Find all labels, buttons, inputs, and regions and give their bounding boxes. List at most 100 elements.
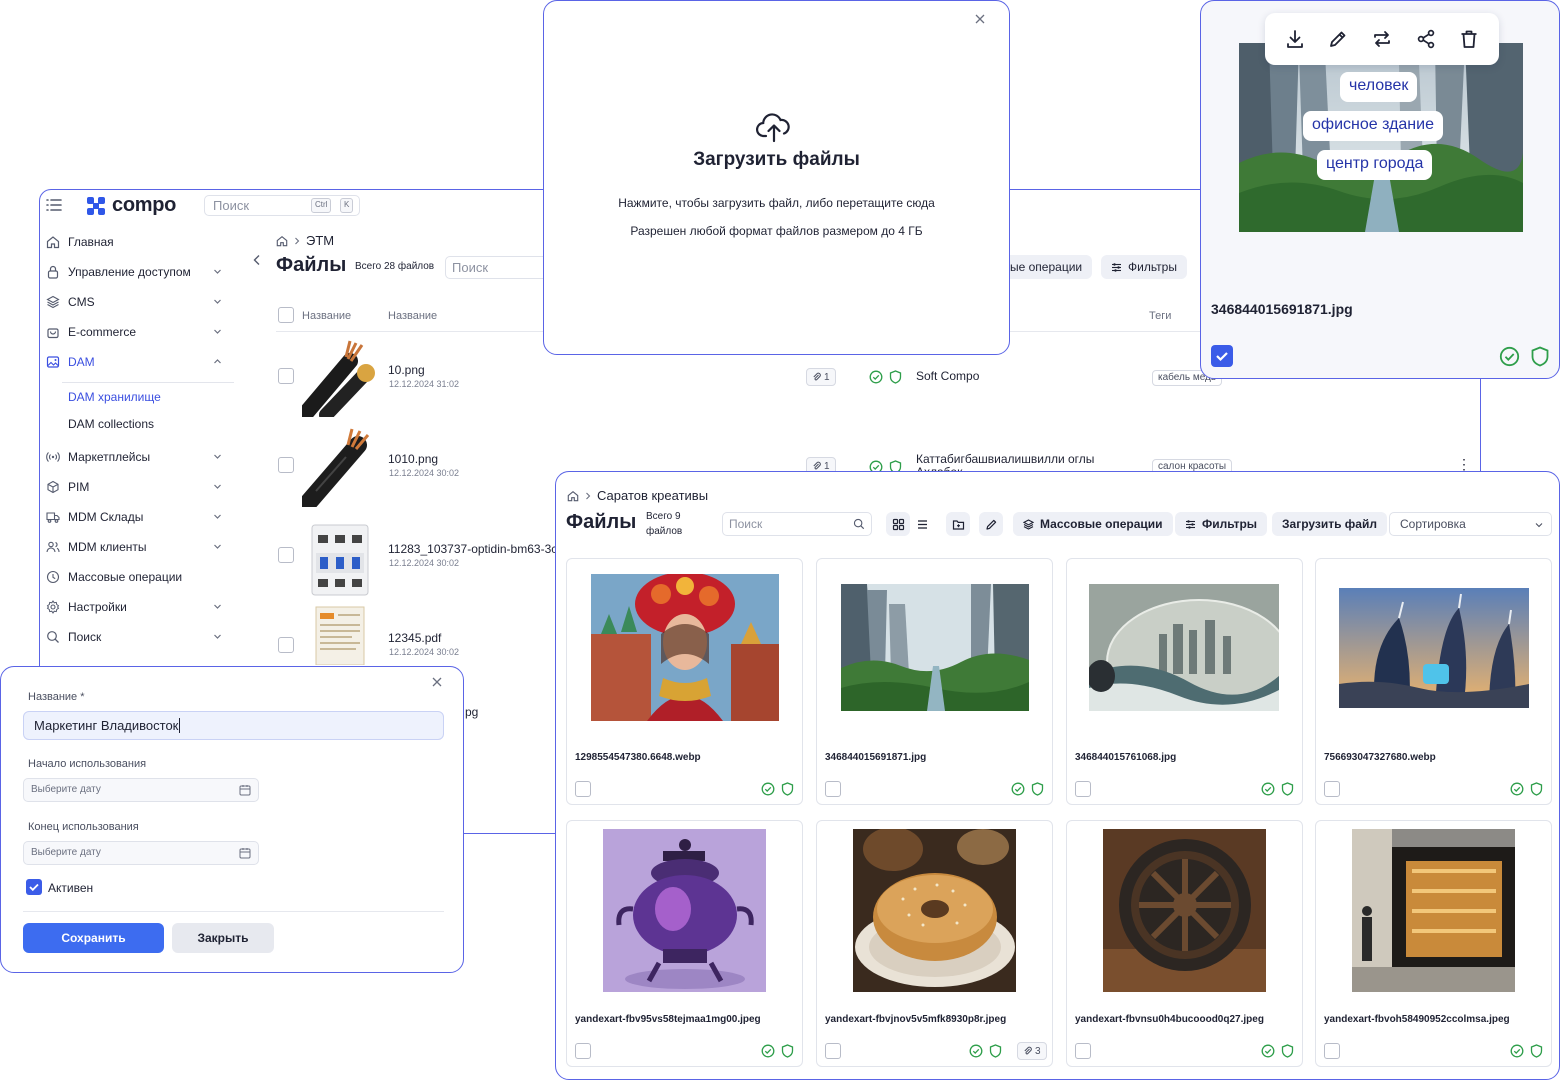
ai-tag[interactable]: центр города <box>1317 150 1433 180</box>
column-header-name-2[interactable]: Название <box>388 310 437 322</box>
row-checkbox[interactable] <box>278 368 294 384</box>
sidebar-item-label: MDM Склады <box>68 510 144 524</box>
grid-view-button[interactable] <box>886 512 910 536</box>
sidebar-item-marketplaces[interactable]: Маркетплейсы <box>46 446 226 468</box>
file-thumbnail[interactable] <box>302 427 378 507</box>
share-icon[interactable] <box>1415 28 1437 50</box>
breadcrumb-current[interactable]: Саратов креативы <box>597 488 708 503</box>
preview-select-checkbox[interactable] <box>1211 345 1233 367</box>
file-card[interactable]: yandexart-fbv95vs58tejmaa1mg00.jpeg <box>566 820 803 1067</box>
sidebar-subitem-dam-collections[interactable]: DAM collections <box>68 417 154 431</box>
home-icon[interactable] <box>567 490 579 502</box>
card-image[interactable] <box>1103 829 1266 992</box>
sidebar-item-search[interactable]: Поиск <box>46 626 226 648</box>
card-checkbox[interactable] <box>575 1043 591 1059</box>
paperclip-icon <box>813 461 821 470</box>
sidebar-item-dam[interactable]: DAM <box>46 351 226 373</box>
filters-button[interactable]: Фильтры <box>1175 512 1268 536</box>
row-checkbox[interactable] <box>278 637 294 653</box>
file-card[interactable]: yandexart-fbvnsu0h4bucoood0q27.jpeg <box>1066 820 1303 1067</box>
home-icon[interactable] <box>276 235 288 247</box>
card-checkbox[interactable] <box>1075 781 1091 797</box>
row-checkbox[interactable] <box>278 547 294 563</box>
truck-icon <box>46 512 60 523</box>
file-name[interactable]: 12345.pdf <box>388 631 441 645</box>
card-image[interactable] <box>841 584 1029 711</box>
end-date-input[interactable]: Выберите дату <box>23 841 259 865</box>
sidebar-item-home[interactable]: Главная <box>46 231 226 253</box>
sidebar-item-bulk-ops[interactable]: Массовые операции <box>46 566 226 588</box>
file-thumbnail[interactable] <box>302 517 378 597</box>
upload-modal[interactable]: Загрузить файлы Нажмите, чтобы загрузить… <box>543 0 1010 355</box>
edit-button[interactable] <box>979 512 1003 536</box>
filters-button[interactable]: Фильтры <box>1101 255 1187 279</box>
name-input[interactable]: Маркетинг Владивосток <box>23 711 444 740</box>
sidebar-item-mdm-clients[interactable]: MDM клиенты <box>46 536 226 558</box>
sidebar-item-access[interactable]: Управление доступом <box>46 261 226 283</box>
file-thumbnail[interactable] <box>302 605 378 665</box>
card-checkbox[interactable] <box>575 781 591 797</box>
card-checkbox[interactable] <box>825 781 841 797</box>
ai-tag[interactable]: офисное здание <box>1303 111 1443 141</box>
start-date-input[interactable]: Выберите дату <box>23 778 259 802</box>
file-card[interactable]: yandexart-fbvjnov5v5mfk8930p8r.jpeg 3 <box>816 820 1053 1067</box>
sidebar-item-cms[interactable]: CMS <box>46 291 226 313</box>
gallery-search-input[interactable]: Поиск <box>722 512 872 536</box>
attachments-badge[interactable]: 3 <box>1017 1042 1047 1060</box>
card-image[interactable] <box>1339 588 1529 708</box>
file-card[interactable]: 346844015761068.jpg <box>1066 558 1303 805</box>
card-filename: 346844015761068.jpg <box>1075 752 1177 763</box>
collapse-sidebar-icon[interactable] <box>252 254 262 266</box>
card-image[interactable] <box>853 829 1016 992</box>
card-checkbox[interactable] <box>1075 1043 1091 1059</box>
menu-icon[interactable] <box>46 198 62 212</box>
attachments-badge[interactable]: 1 <box>806 368 836 386</box>
card-image[interactable] <box>1089 584 1279 711</box>
list-view-button[interactable] <box>910 512 934 536</box>
card-checkbox[interactable] <box>1324 781 1340 797</box>
select-all-checkbox[interactable] <box>278 307 294 323</box>
edit-pencil-icon[interactable] <box>1327 28 1349 50</box>
column-header-tags[interactable]: Теги <box>1149 310 1171 322</box>
file-card[interactable]: 346844015691871.jpg <box>816 558 1053 805</box>
divider <box>62 382 234 383</box>
save-button[interactable]: Сохранить <box>23 923 164 953</box>
card-checkbox[interactable] <box>825 1043 841 1059</box>
bulk-operations-button[interactable]: Массовые операции <box>1013 512 1173 536</box>
card-image[interactable] <box>603 829 766 992</box>
row-checkbox[interactable] <box>278 457 294 473</box>
active-checkbox[interactable] <box>26 879 42 895</box>
close-button[interactable]: Закрыть <box>172 923 274 953</box>
close-icon[interactable] <box>974 13 986 25</box>
replace-icon[interactable] <box>1371 28 1393 50</box>
file-thumbnail[interactable] <box>302 337 378 417</box>
sidebar-item-pim[interactable]: PIM <box>46 476 226 498</box>
woman-kokoshnik-image <box>591 574 779 721</box>
sidebar-item-settings[interactable]: Настройки <box>46 596 226 618</box>
global-search-input[interactable]: Поиск Ctrl K <box>204 195 360 216</box>
ai-tag[interactable]: человек <box>1340 72 1418 102</box>
sidebar-subitem-dam-storage[interactable]: DAM хранилище <box>68 390 161 404</box>
sort-select[interactable]: Сортировка <box>1389 512 1552 536</box>
file-card[interactable]: 756693047327680.webp <box>1315 558 1552 805</box>
card-image[interactable] <box>1352 829 1515 992</box>
new-folder-button[interactable] <box>946 512 970 536</box>
file-name[interactable]: pg <box>465 705 478 719</box>
card-image[interactable] <box>591 574 779 721</box>
file-card[interactable]: 1298554547380.6648.webp <box>566 558 803 805</box>
trash-icon[interactable] <box>1458 28 1480 50</box>
bulk-operations-button[interactable]: ые операции <box>998 255 1093 279</box>
file-card[interactable]: yandexart-fbvoh58490952ccolmsa.jpeg <box>1315 820 1552 1067</box>
file-name[interactable]: 11283_103737-optidin-bm63-3c1 <box>388 542 564 556</box>
upload-file-button[interactable]: Загрузить файл <box>1272 512 1387 536</box>
card-checkbox[interactable] <box>1324 1043 1340 1059</box>
download-icon[interactable] <box>1284 28 1306 50</box>
sidebar-item-mdm-warehouses[interactable]: MDM Склады <box>46 506 226 528</box>
column-header-name[interactable]: Название <box>302 310 351 322</box>
cloud-upload-icon[interactable] <box>756 111 792 143</box>
file-name[interactable]: 10.png <box>388 363 425 377</box>
breadcrumb-current[interactable]: ЭТМ <box>306 233 334 248</box>
close-icon[interactable] <box>431 676 443 688</box>
sidebar-item-ecommerce[interactable]: E-commerce <box>46 321 226 343</box>
file-name[interactable]: 1010.png <box>388 452 438 466</box>
